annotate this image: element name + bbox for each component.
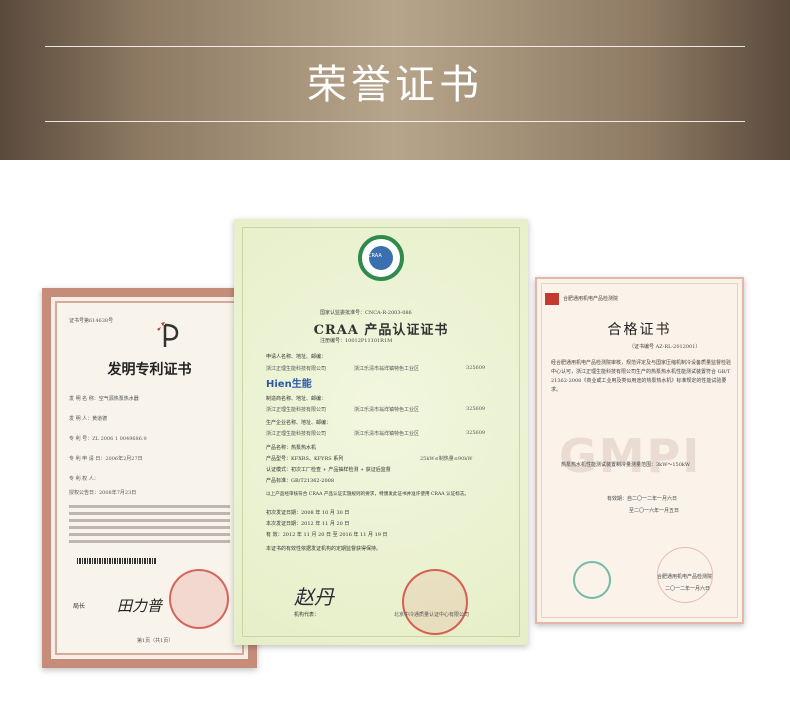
gmpi-code: （证书编号 AZ-RL-2012001）: [629, 344, 701, 350]
banner-bottom-rule: [45, 121, 745, 122]
gmpi-footer-org: 合肥通用机电产品检测院: [657, 574, 713, 580]
patent-chief-label: 局长: [73, 603, 86, 610]
patent-title: 发明专利证书: [107, 362, 192, 378]
gmpi-valid-from: 有效期：自二〇一二年一月六日: [607, 496, 678, 502]
craa-model: 产品型号：KFXRS、KFYRS 系列: [266, 456, 344, 462]
craa-manufacturer-label: 制造商名称、地址、邮编：: [266, 396, 327, 402]
craa-manufacturer-zip: 325609: [466, 406, 486, 412]
patent-office-logo-icon: [157, 322, 179, 347]
patent-field-inventor: 发 明 人：黄道德: [69, 416, 108, 422]
craa-factory-label: 生产企业名称、地址、邮编：: [266, 420, 332, 426]
craa-badge-text: CRAA: [368, 253, 382, 259]
craa-issue-date: 本次发证日期：2012 年 11 月 20 日: [266, 521, 350, 527]
patent-paragraph-line: [69, 533, 230, 536]
craa-applicant-zip: 325609: [466, 365, 486, 371]
page-title: 荣誉证书: [307, 62, 483, 108]
craa-mode: 认证模式：初次工厂检查 + 产品抽样检测 + 获证后监督: [266, 467, 391, 473]
patent-field-name: 发 明 名 称：空气源热泵热水器: [69, 396, 139, 402]
patent-inner-frame: 证书号第614638号 发明专利证书 发 明 名 称：空气源热泵热水器 发 明 …: [55, 301, 244, 655]
craa-manufacturer-company: 浙江正理生能科技有限公司: [266, 407, 327, 413]
patent-field-holder: 专 利 权 人：: [69, 476, 99, 482]
patent-field-grant: 授权公告日：2008年7月23日: [69, 490, 137, 496]
craa-certificate[interactable]: CRAA 国家认监委批准号：CNCA-R-2003-086 CRAA 产品认证证…: [234, 219, 528, 645]
patent-paragraph-line: [69, 526, 230, 529]
craa-factory-address: 浙江乐清市翁垟镇特色工业区: [354, 431, 420, 437]
gmpi-valid-to: 至二〇一六年一月五日: [629, 508, 680, 514]
gmpi-range: 热泵热水机性能测试装置制冷量测量范围：3kW～150kW: [561, 462, 691, 468]
craa-signature: 赵丹: [294, 585, 334, 609]
gmpi-header-org: 合肥通用机电产品检测院: [563, 296, 619, 302]
patent-paragraph-line: [69, 519, 230, 522]
patent-page: 第1页（共1页）: [137, 638, 174, 644]
patent-number: 证书号第614638号: [69, 318, 114, 324]
craa-note: 本证书的有效性依据发证机构的定期监督获得保持。: [266, 546, 382, 552]
craa-org-label: 机构代表：: [294, 612, 320, 618]
craa-cert-no: 注册编号：10012P11101R1M: [320, 338, 393, 344]
craa-red-stamp: [402, 569, 468, 635]
gmpi-footer-date: 二〇一二年一月六日: [665, 586, 711, 592]
craa-factory-company: 浙江正理生能科技有限公司: [266, 431, 327, 437]
gmpi-body: 经合肥通用机电产品检测院审核，规范评定及与国家压缩机制冷设备质量监督检验中心认可…: [551, 360, 732, 393]
gmpi-certificate[interactable]: 合肥通用机电产品检测院 合格证书 （证书编号 AZ-RL-2012001） 经合…: [535, 277, 744, 624]
craa-title: CRAA 产品认证证书: [313, 323, 449, 338]
gmpi-watermark: GMPI: [559, 429, 702, 483]
craa-first-date: 初次发证日期：2008 年 10 月 30 日: [266, 510, 350, 516]
craa-product: 产品名称：热泵热水机: [266, 445, 317, 451]
gmpi-cnas-badge: [573, 561, 611, 599]
craa-applicant-company: 浙江正理生能科技有限公司: [266, 366, 327, 372]
patent-field-date: 专 利 申 请 日：2006年2月27日: [69, 456, 143, 462]
patent-field-number: 专 利 号：ZL 2006 1 0049686.9: [69, 436, 147, 442]
patent-barcode: [77, 558, 157, 564]
patent-paragraph-line: [69, 512, 230, 515]
gmpi-logo-icon: [545, 293, 559, 305]
craa-capacity: 25kW≤制热量≤90kW: [420, 456, 473, 462]
craa-applicant-label: 申请人名称、地址、邮编：: [266, 354, 327, 360]
header-banner: 荣誉证书: [0, 0, 790, 160]
craa-valid-period: 有 效：2012 年 11 月 20 日 至 2016 年 11 月 19 日: [266, 532, 388, 538]
craa-issuer: 北京中冷通质量认证中心有限公司: [394, 612, 470, 618]
patent-seal: [169, 569, 229, 629]
patent-certificate[interactable]: 证书号第614638号 发明专利证书 发 明 名 称：空气源热泵热水器 发 明 …: [42, 288, 257, 668]
craa-applicant-address: 浙江乐清市翁垟镇特色工业区: [354, 366, 420, 372]
craa-standard: 产品标准：GB/T21362-2008: [266, 478, 335, 484]
patent-paragraph-line: [69, 505, 230, 508]
patent-signature: 田力普: [117, 597, 163, 615]
craa-brand-logo: Hien生能: [266, 379, 312, 390]
gmpi-title: 合格证书: [607, 322, 672, 338]
craa-reg-no: 国家认监委批准号：CNCA-R-2003-086: [320, 310, 412, 316]
craa-statement: 以上产品经审核符合 CRAA 产品认证实施规则的要求，特颁发此证书并准许使用 C…: [266, 492, 470, 497]
patent-paragraph-line: [69, 540, 230, 543]
craa-factory-zip: 325609: [466, 430, 486, 436]
craa-manufacturer-address: 浙江乐清市翁垟镇特色工业区: [354, 407, 420, 413]
banner-top-rule: [45, 46, 745, 47]
